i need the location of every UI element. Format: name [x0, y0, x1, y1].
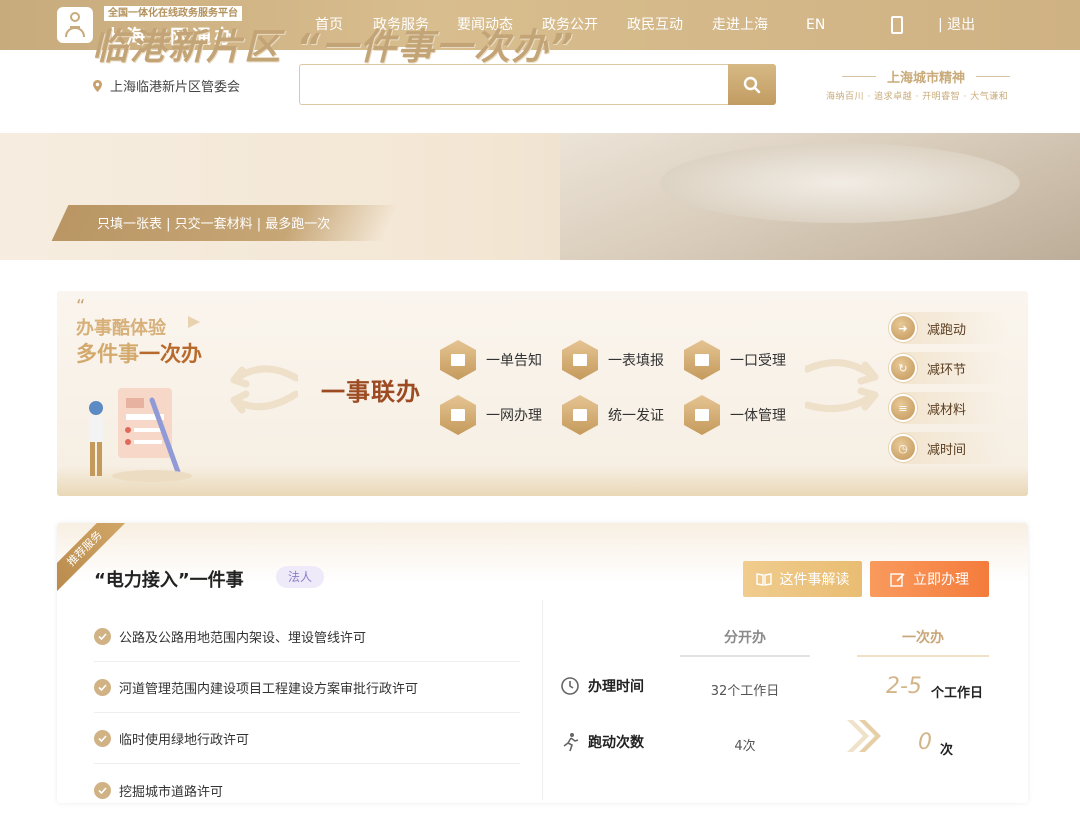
- reduction-item: ➜ 减跑动: [889, 312, 1009, 344]
- running-person-icon: ➜: [889, 314, 917, 342]
- list-item[interactable]: 河道管理范围内建设项目工程建设方案审批行政许可: [94, 663, 520, 713]
- open-book-icon: [755, 573, 772, 586]
- city-spirit-title: 上海城市精神: [842, 67, 1010, 86]
- apply-now-button[interactable]: 立即办理: [870, 561, 989, 597]
- location-selector[interactable]: 上海临港新片区管委会: [93, 76, 240, 95]
- right-arrows-icon: [805, 359, 879, 413]
- applicant-type-badge: 法人: [276, 566, 325, 588]
- separate-handling-header: 分开办: [680, 627, 810, 657]
- certificate-icon: [562, 395, 598, 435]
- list-item[interactable]: 挖掘城市道路许可: [94, 765, 520, 815]
- search-icon: [743, 76, 761, 93]
- nav-interaction[interactable]: 政民互动: [627, 0, 683, 50]
- platform-logo-icon[interactable]: [57, 7, 93, 43]
- double-chevron-right-icon: [847, 720, 881, 752]
- play-triangle-icon: [188, 316, 200, 328]
- feature-subheadline: 多件事一次办: [76, 342, 202, 366]
- form-fill-icon: [562, 340, 598, 380]
- mobile-phone-icon[interactable]: [891, 16, 903, 34]
- nav-english[interactable]: EN: [806, 0, 825, 50]
- clock-icon: [561, 677, 579, 695]
- service-title: “电力接入”一件事: [94, 570, 244, 591]
- location-label: 上海临港新片区管委会: [110, 80, 241, 95]
- location-pin-icon: [93, 79, 102, 92]
- running-person-icon: [563, 733, 579, 752]
- nav-about-shanghai[interactable]: 走进上海: [712, 0, 768, 50]
- feature-item: 统一发证: [562, 395, 664, 435]
- check-circle-icon: [94, 730, 111, 747]
- search-button[interactable]: [728, 64, 776, 105]
- separate-visits-value: 4次: [734, 739, 756, 754]
- banner-title: 临港新片区 “一件事一次办”: [92, 27, 575, 68]
- visit-count-label: 跑动次数: [560, 732, 644, 752]
- check-circle-icon: [94, 781, 111, 799]
- feature-item: 一口受理: [684, 340, 786, 380]
- clock-icon: ◷: [889, 434, 917, 462]
- search-input[interactable]: [299, 64, 729, 105]
- city-spirit-motto: 海纳百川 · 追求卓越 · 开明睿智 · 大气谦和: [826, 92, 1009, 102]
- banner-slogan: 只填一张表 | 只交一套材料 | 最多跑一次: [97, 217, 331, 232]
- list-item[interactable]: 临时使用绿地行政许可: [94, 714, 520, 764]
- list-item[interactable]: 公路及公路用地范围内架设、埋设管线许可: [94, 612, 520, 662]
- logout-link[interactable]: | 退出: [938, 0, 975, 50]
- reduction-item: ≡ 减材料: [889, 392, 1009, 424]
- cycle-icon: ↻: [889, 354, 917, 382]
- feature-headline: 办事酷体验: [76, 318, 166, 339]
- reduction-item: ◷ 减时间: [889, 432, 1009, 464]
- once-time-value: 2-5: [886, 674, 922, 699]
- notice-list-icon: [440, 340, 476, 380]
- person-with-checklist-illustration: [89, 388, 192, 482]
- document-icon: ≡: [889, 394, 917, 422]
- processing-time-label: 办理时间: [560, 676, 644, 696]
- feature-item: 一体管理: [684, 395, 786, 435]
- integrated-management-icon: [684, 395, 720, 435]
- once-visits-value: 0: [918, 730, 932, 755]
- check-circle-icon: [94, 679, 111, 696]
- once-time-unit: 个工作日: [931, 686, 984, 701]
- feature-item: 一网办理: [440, 395, 542, 435]
- one-stop-handling-header: 一次办: [857, 627, 989, 657]
- separate-time-value: 32个工作日: [710, 684, 780, 699]
- single-window-icon: [684, 340, 720, 380]
- reduction-item: ↻ 减环节: [889, 352, 1009, 384]
- explain-button[interactable]: 这件事解读: [743, 561, 862, 597]
- joint-handling-title: 一事联办: [321, 378, 421, 406]
- feature-item: 一表填报: [562, 340, 664, 380]
- left-arrows-icon: [230, 365, 298, 414]
- feature-item: 一单告知: [440, 340, 542, 380]
- once-visits-unit: 次: [940, 743, 954, 758]
- edit-icon: [890, 572, 905, 587]
- check-circle-icon: [94, 628, 111, 645]
- online-handling-icon: [440, 395, 476, 435]
